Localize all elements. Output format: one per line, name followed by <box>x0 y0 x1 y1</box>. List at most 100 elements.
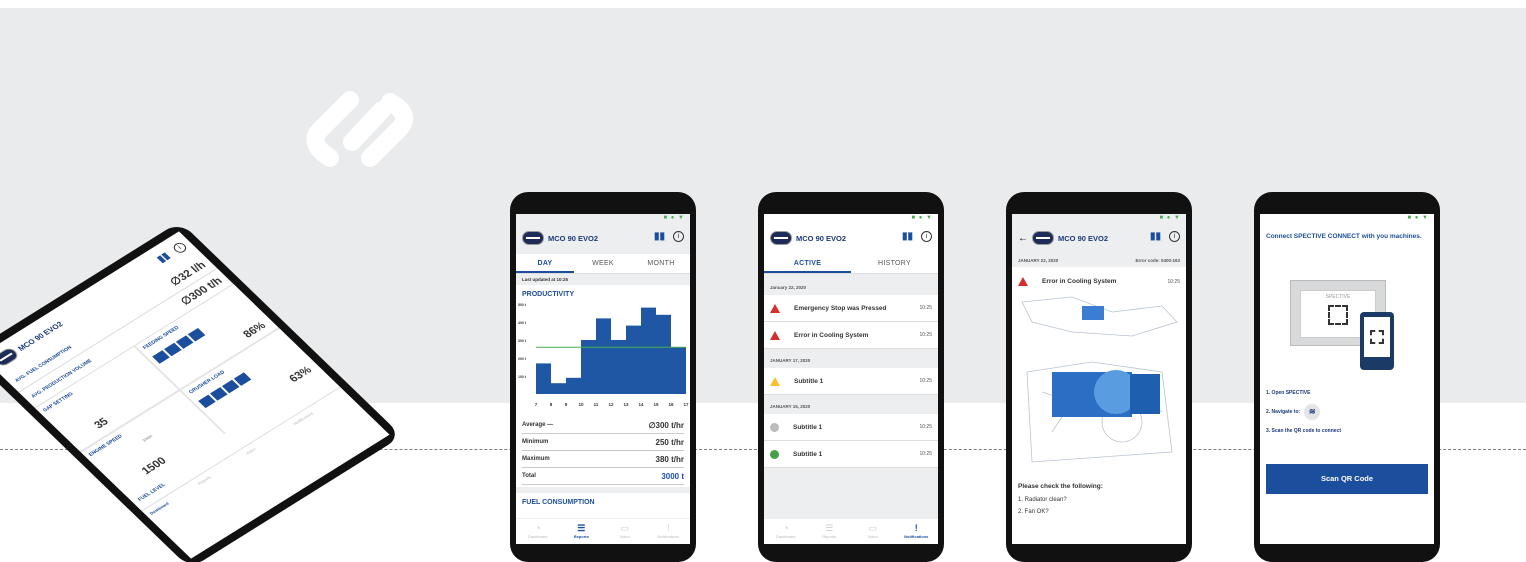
gauge-icon: ◔ <box>783 523 789 533</box>
x-tick-label: 16 <box>668 402 674 407</box>
fuel-consumption-title: FUEL CONSUMPTION <box>522 499 595 506</box>
tab-month[interactable]: MONTH <box>632 254 690 273</box>
y-tick-label: 500 t <box>518 303 527 307</box>
list-icon: ☰ <box>577 523 586 533</box>
productivity-chart: 500 t 400 t 300 t 200 t 100 t 7 8 9 10 11 12 13 14 15… <box>518 303 689 407</box>
notification-row[interactable]: Error in Cooling System 10:25 <box>764 322 938 349</box>
notification-row[interactable]: Subtitle 1 10:25 <box>764 414 938 441</box>
bottom-nav: ◔ Dashboard ☰ Reports ▭ Video ! Notification… <box>516 518 690 544</box>
detail-title-row: Error in Cooling System 10:25 <box>1012 267 1186 292</box>
info-icon[interactable]: i <box>673 231 684 242</box>
info-icon[interactable]: i <box>921 231 932 242</box>
nav-video[interactable]: ▭ Video <box>603 519 647 544</box>
machine-icon <box>522 231 544 245</box>
wifi-icon: ≋ <box>1304 403 1321 420</box>
bar <box>671 347 686 394</box>
info-icon[interactable]: i <box>171 240 189 255</box>
step-3: 3. Scan the QR code to connect <box>1266 427 1342 434</box>
info-icon[interactable]: i <box>1169 231 1180 242</box>
spective-logo-icon <box>306 91 414 167</box>
y-tick-label: 300 t <box>518 339 527 343</box>
nav-dashboard[interactable]: ◔ Dashboard <box>516 519 560 544</box>
notification-row[interactable]: Emergency Stop was Pressed 10:25 <box>764 295 938 322</box>
summary-average: Average — ∅300 t/hr <box>522 417 684 434</box>
nav-dashboard[interactable]: ◔ Dashboard <box>764 519 808 544</box>
date-group: JANUARY 15, 2020 <box>764 399 938 414</box>
bar <box>611 340 626 394</box>
tab-week[interactable]: WEEK <box>574 254 632 273</box>
detail-screen: ■ ● ▼ ← MCO 90 EVO2 ▮▮ i JANUARY 22, 2020… <box>1012 214 1186 544</box>
machine-status-icon[interactable]: ▮▮ <box>902 231 913 242</box>
x-tick-label: 9 <box>565 402 568 407</box>
notification-row[interactable]: Subtitle 1 10:25 <box>764 441 938 468</box>
summary-minimum: Minimum 250 t/hr <box>522 434 684 451</box>
warning-icon <box>770 330 780 340</box>
connect-phone: ■ ● ▼ Connect SPECTIVE CONNECT with you … <box>1254 192 1440 562</box>
tab-day[interactable]: DAY <box>516 254 574 273</box>
nav-reports[interactable]: ☰ Reports <box>560 519 604 544</box>
x-tick-label: 15 <box>653 402 659 407</box>
machine-name: MCO 90 EVO2 <box>796 233 847 243</box>
gauge-icon: ◔ <box>535 523 541 533</box>
x-tick-label: 7 <box>535 402 538 407</box>
bar <box>551 383 566 394</box>
date-group: January 22, 2020 <box>764 280 938 295</box>
app-header: ← MCO 90 EVO2 ▮▮ i <box>1012 222 1186 254</box>
reports-screen: ■ ● ▼ MCO 90 EVO2 ▮▮ i DAY WEEK MONTH Las… <box>516 214 690 544</box>
camera-icon: ▭ <box>620 523 629 533</box>
bar <box>566 377 581 394</box>
alert-icon: ! <box>914 523 918 533</box>
bar <box>626 325 641 394</box>
nav-notifications[interactable]: ! Notifications <box>895 519 939 544</box>
stage: MCO 90 EVO2 ▮▮ i AVG. FUEL CONSUMPTION ∅32… <box>0 0 1526 562</box>
qr-code-icon <box>1328 304 1348 325</box>
back-arrow-icon[interactable]: ← <box>1018 233 1028 244</box>
caution-icon <box>770 376 780 386</box>
step-1: 1. Open SPECTIVE <box>1266 389 1311 396</box>
y-tick-label: 400 t <box>518 321 527 325</box>
reports-phone: ■ ● ▼ MCO 90 EVO2 ▮▮ i DAY WEEK MONTH Las… <box>510 192 696 562</box>
bar <box>581 340 596 394</box>
machine-name: MCO 90 EVO2 <box>1058 233 1109 243</box>
alert-icon: ! <box>666 523 670 533</box>
notification-tabs: ACTIVE HISTORY <box>764 254 938 274</box>
machine-diagram-image <box>1021 296 1178 463</box>
x-tick-label: 12 <box>608 402 614 407</box>
warning-icon <box>770 303 780 313</box>
machine-status-icon[interactable]: ▮▮ <box>155 251 172 265</box>
info-icon <box>770 449 779 459</box>
x-tick-label: 13 <box>623 402 629 407</box>
tab-active[interactable]: ACTIVE <box>764 254 851 273</box>
machine-status-icon[interactable]: ▮▮ <box>654 231 665 242</box>
gear-icon <box>770 422 779 432</box>
machine-icon <box>0 346 21 368</box>
app-header: MCO 90 EVO2 ▮▮ i <box>516 222 690 254</box>
x-tick-label: 10 <box>578 402 584 407</box>
camera-icon: ▭ <box>868 523 877 533</box>
warning-icon <box>1018 277 1028 286</box>
list-icon: ☰ <box>825 523 834 533</box>
connect-screen: ■ ● ▼ Connect SPECTIVE CONNECT with you … <box>1260 214 1434 544</box>
nav-video[interactable]: ▭ Video <box>851 519 895 544</box>
nav-reports[interactable]: ☰ Reports <box>808 519 852 544</box>
check-item: 1. Radiator clean? <box>1018 497 1067 503</box>
scan-qr-button[interactable]: Scan QR Code <box>1266 463 1428 494</box>
summary-maximum: Maximum 380 t/hr <box>522 451 684 468</box>
machine-status-icon[interactable]: ▮▮ <box>1150 231 1161 242</box>
bar <box>596 318 611 394</box>
tab-history[interactable]: HISTORY <box>851 254 938 273</box>
bar <box>641 307 656 394</box>
nav-notifications[interactable]: ! Notifications <box>647 519 691 544</box>
step-2: 2. Navigate to: ≋ <box>1260 400 1434 424</box>
x-tick-label: 14 <box>638 402 644 407</box>
machine-icon <box>1032 231 1054 245</box>
bar <box>656 314 671 394</box>
bottom-nav: ◔ Dashboard ☰ Reports ▭ Video ! Notification… <box>764 518 938 544</box>
app-header: MCO 90 EVO2 ▮▮ i <box>764 222 938 254</box>
machine-name: MCO 90 EVO2 <box>548 233 599 243</box>
detail-phone: ■ ● ▼ ← MCO 90 EVO2 ▮▮ i JANUARY 22, 2020… <box>1006 192 1192 562</box>
connect-intro: Connect SPECTIVE CONNECT with you machin… <box>1266 233 1422 240</box>
qr-illustration: SPECTIVE <box>1260 252 1434 370</box>
detail-meta: JANUARY 22, 2020 Error code: 0400-163 <box>1012 254 1186 267</box>
notification-row[interactable]: Subtitle 1 10:25 <box>764 368 938 395</box>
